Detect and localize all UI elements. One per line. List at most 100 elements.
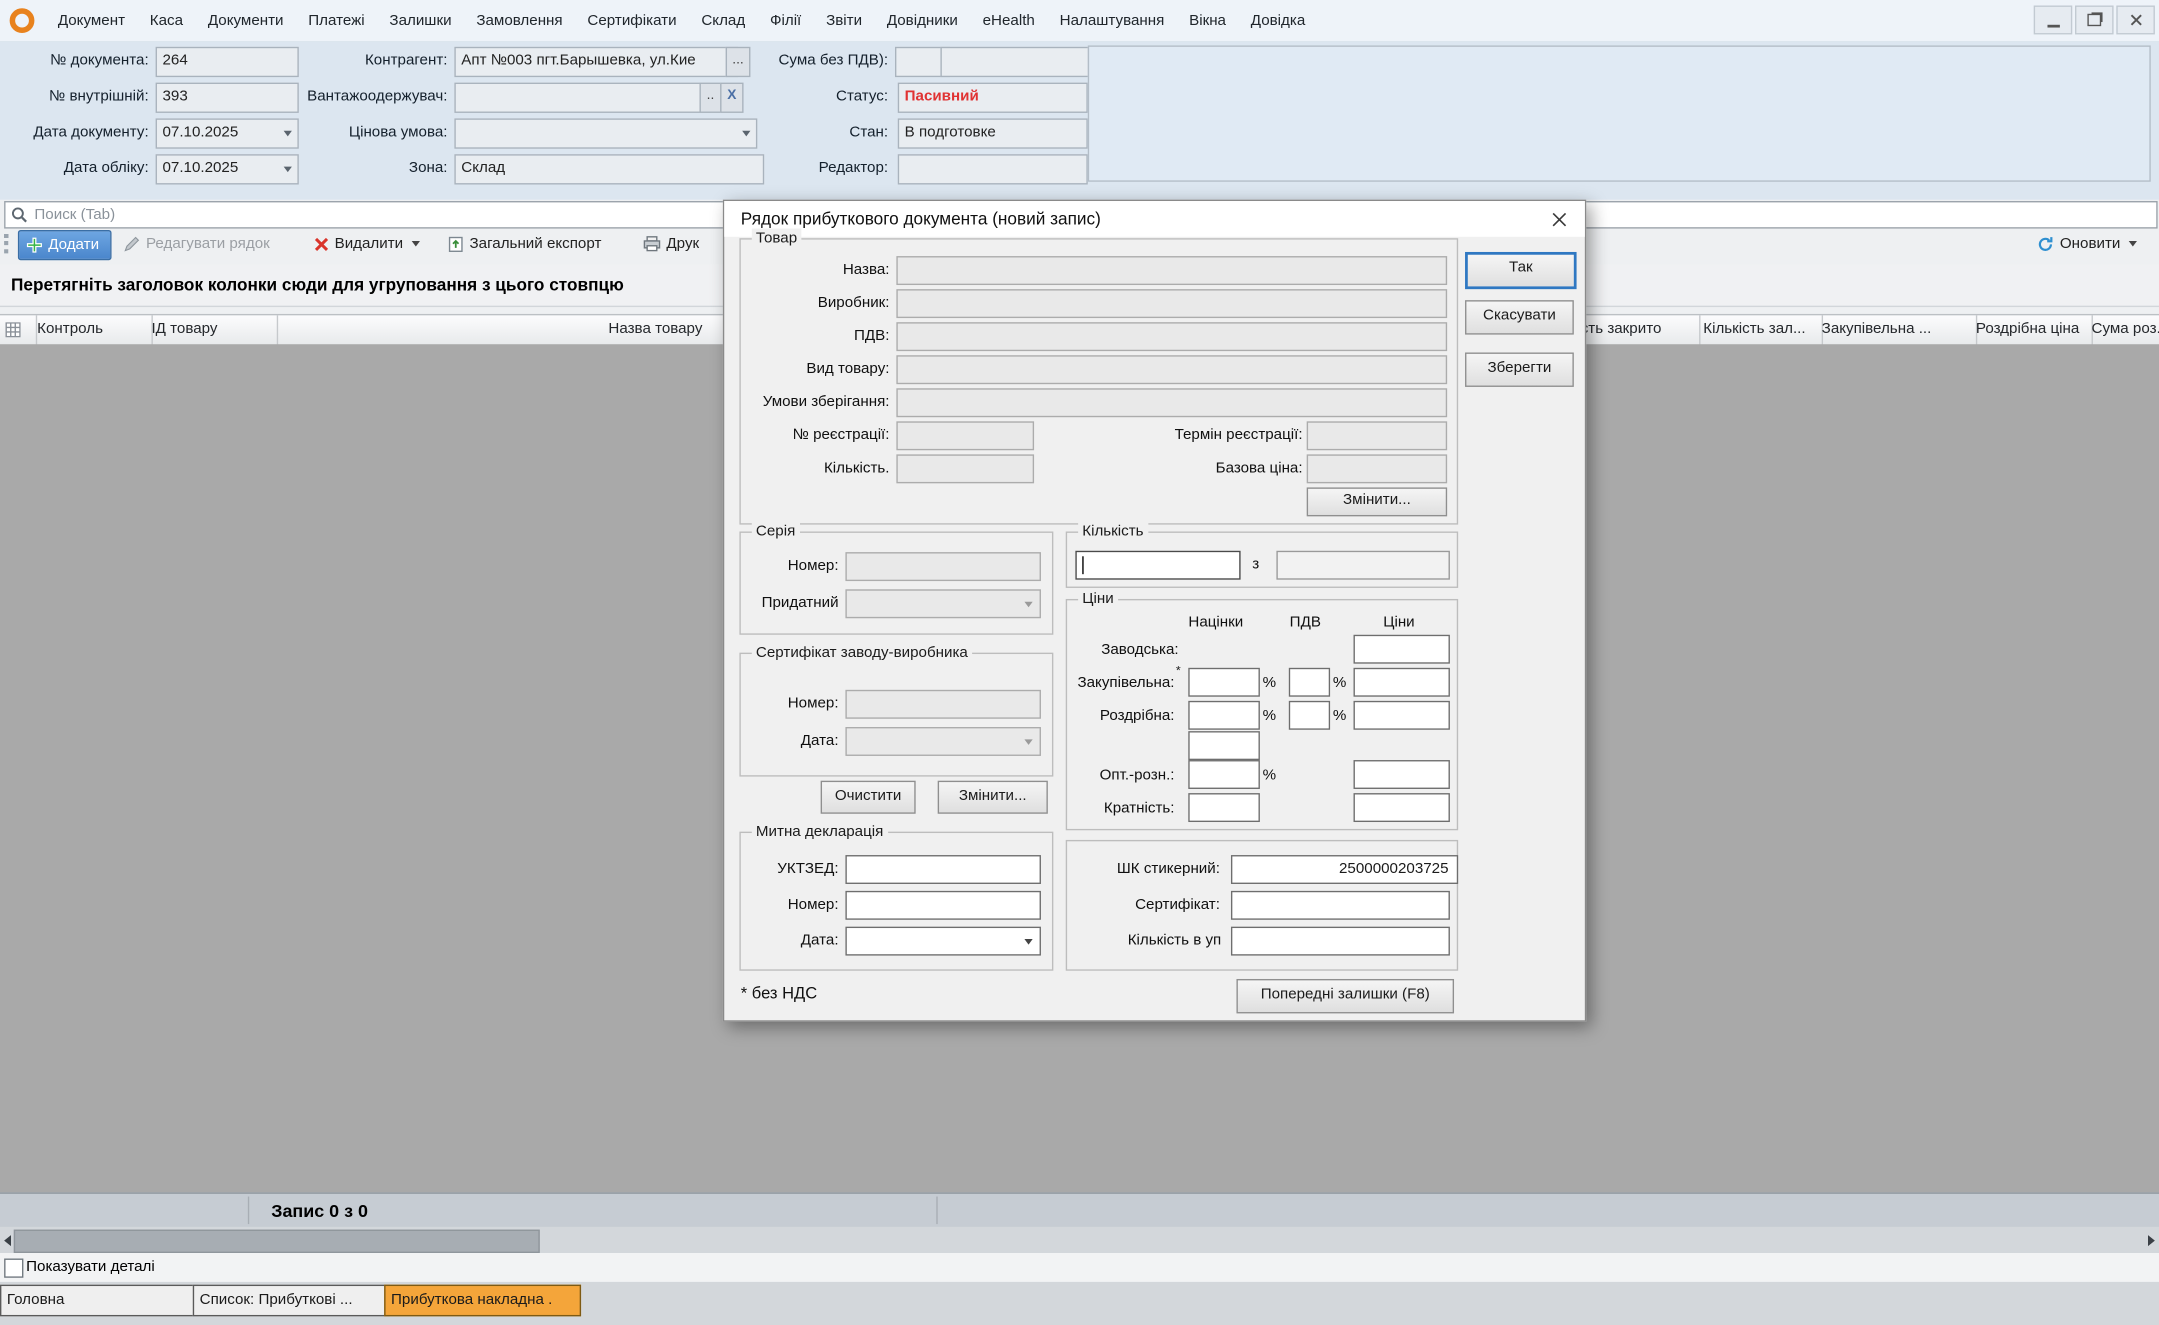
menu-payments[interactable]: Платежі	[296, 0, 377, 41]
doc-number-field[interactable]: 264	[156, 47, 299, 77]
tab-main[interactable]: Головна	[0, 1285, 198, 1317]
purchase-price-input[interactable]	[1354, 668, 1450, 697]
scroll-left-icon[interactable]	[4, 1235, 11, 1246]
column-header-retail-price[interactable]: Роздрібна ціна	[1969, 315, 2093, 345]
purchase-vat-input[interactable]	[1289, 668, 1330, 697]
save-button[interactable]: Зберегти	[1465, 352, 1574, 386]
sticker-barcode-input[interactable]: 2500000203725	[1231, 855, 1458, 884]
cancel-button[interactable]: Скасувати	[1465, 300, 1574, 334]
zone-field[interactable]: Склад	[454, 154, 764, 184]
storage-conditions-field	[896, 388, 1447, 417]
clear-cert-button[interactable]: Очистити	[821, 781, 916, 814]
multiplicity-input[interactable]	[1188, 793, 1260, 822]
print-button[interactable]: Друк	[643, 230, 699, 258]
factory-price-input[interactable]	[1354, 635, 1450, 664]
base-price-field	[1307, 454, 1447, 483]
menu-kasa[interactable]: Каса	[137, 0, 195, 41]
menu-stock[interactable]: Залишки	[377, 0, 464, 41]
doc-date-field[interactable]: 07.10.2025	[156, 118, 299, 148]
quantity-input[interactable]	[1075, 551, 1240, 580]
edit-row-button[interactable]: Редагувати рядок	[124, 230, 270, 258]
status-bar: Запис 0 з 0	[0, 1192, 2159, 1228]
column-header-purchase-price[interactable]: Закупівельна ...	[1815, 315, 1977, 345]
change-product-button[interactable]: Змінити...	[1307, 487, 1447, 516]
qty-per-pack-input[interactable]	[1231, 927, 1450, 956]
uktzed-input[interactable]	[845, 855, 1041, 884]
price-condition-combo[interactable]	[454, 118, 757, 148]
sticker-barcode-label: ШК стикерний:	[1068, 856, 1219, 881]
certificate-input[interactable]	[1231, 891, 1450, 920]
series-valid-combo	[845, 589, 1041, 618]
plus-icon	[26, 237, 43, 254]
menu-warehouse[interactable]: Склад	[689, 0, 758, 41]
percent-sign: %	[1333, 671, 1346, 696]
previous-stock-button[interactable]: Попередні залишки (F8)	[1236, 979, 1454, 1013]
consignee-clear-button[interactable]: X	[720, 83, 743, 113]
wholesale-markup-input[interactable]	[1188, 760, 1260, 789]
cert-date-combo	[845, 727, 1041, 756]
column-header-qty-left[interactable]: Кількість зал...	[1696, 315, 1823, 345]
menu-certificates[interactable]: Сертифікати	[575, 0, 689, 41]
contragent-browse-button[interactable]: ...	[726, 47, 751, 77]
internal-number-field[interactable]: 393	[156, 83, 299, 113]
retail-price-input[interactable]	[1354, 701, 1450, 730]
menu-directories[interactable]: Довідники	[874, 0, 970, 41]
window-controls	[2034, 6, 2155, 35]
customs-number-input[interactable]	[845, 891, 1041, 920]
chevron-down-icon[interactable]	[2129, 241, 2137, 247]
column-header-qty-closed[interactable]: сть закрито	[1578, 315, 1701, 345]
dialog-close-button[interactable]	[1546, 208, 1571, 230]
delete-button[interactable]: Видалити	[314, 230, 420, 258]
refresh-button[interactable]: Оновити	[2036, 230, 2136, 258]
restore-icon	[2087, 14, 2101, 26]
dialog-title-bar[interactable]: Рядок прибуткового документа (новий запи…	[724, 201, 1585, 237]
minimize-button[interactable]	[2034, 6, 2073, 35]
multiplicity-price-input[interactable]	[1354, 793, 1450, 822]
purchase-markup-input[interactable]	[1188, 668, 1260, 697]
menu-ehealth[interactable]: eHealth	[970, 0, 1047, 41]
ok-button[interactable]: Так	[1465, 252, 1577, 289]
prices-group-title: Ціни	[1078, 589, 1118, 608]
retail-markup-input[interactable]	[1188, 701, 1260, 730]
close-button[interactable]	[2116, 6, 2155, 35]
chevron-down-icon[interactable]	[1024, 939, 1032, 945]
extra-markup-input[interactable]	[1188, 731, 1260, 760]
menu-reports[interactable]: Звіти	[814, 0, 875, 41]
menu-settings[interactable]: Налаштування	[1047, 0, 1176, 41]
change-cert-button[interactable]: Змінити...	[938, 781, 1048, 814]
toolbar-grip[interactable]	[4, 234, 12, 253]
tab-income-invoice[interactable]: Прибуткова накладна .	[384, 1285, 581, 1317]
restore-button[interactable]	[2075, 6, 2114, 35]
comment-panel[interactable]	[1088, 45, 2151, 181]
refresh-icon	[2036, 235, 2054, 253]
show-details-checkbox[interactable]	[4, 1259, 23, 1278]
chevron-down-icon[interactable]	[742, 131, 750, 137]
account-date-field[interactable]: 07.10.2025	[156, 154, 299, 184]
editor-field[interactable]	[898, 154, 1088, 184]
tab-income-list[interactable]: Список: Прибуткові ...	[193, 1285, 390, 1317]
menu-orders[interactable]: Замовлення	[464, 0, 575, 41]
menu-documents[interactable]: Документи	[195, 0, 295, 41]
column-header-sum-retail[interactable]: Сума роз...	[2085, 315, 2159, 345]
contragent-field[interactable]: Апт №003 пгт.Барышевка, ул.Кие	[454, 47, 738, 77]
retail-vat-input[interactable]	[1289, 701, 1330, 730]
horizontal-scrollbar[interactable]	[0, 1227, 2159, 1253]
menu-branches[interactable]: Філії	[758, 0, 814, 41]
column-header-product-id[interactable]: ІД товару	[145, 315, 279, 345]
wholesale-price-input[interactable]	[1354, 760, 1450, 789]
menu-windows[interactable]: Вікна	[1177, 0, 1239, 41]
consignee-browse-button[interactable]: ..	[699, 83, 721, 113]
customs-date-combo[interactable]	[845, 927, 1041, 956]
consignee-field[interactable]	[454, 83, 710, 113]
export-button[interactable]: Загальний експорт	[447, 230, 601, 258]
menu-document[interactable]: Документ	[45, 0, 137, 41]
scrollbar-thumb[interactable]	[14, 1230, 540, 1253]
close-icon	[1551, 211, 1566, 226]
scroll-right-icon[interactable]	[2148, 1235, 2155, 1246]
sum-no-vat-field-2[interactable]	[940, 47, 1089, 77]
percent-sign: %	[1263, 704, 1276, 729]
add-button[interactable]: Додати	[18, 230, 112, 260]
chevron-down-icon[interactable]	[411, 241, 419, 247]
column-header-control[interactable]: Контроль	[30, 315, 153, 345]
menu-help[interactable]: Довідка	[1238, 0, 1317, 41]
